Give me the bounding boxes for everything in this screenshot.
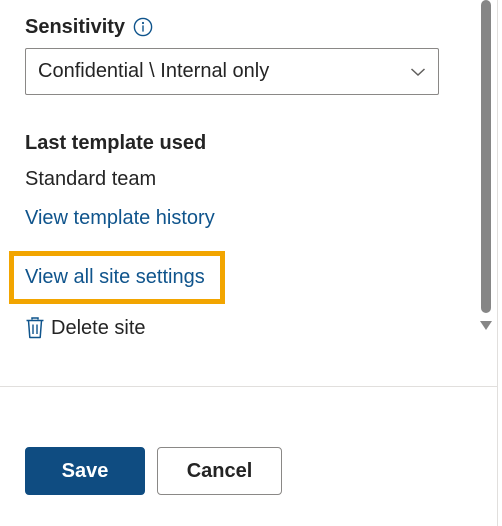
- delete-site-button[interactable]: Delete site: [25, 315, 146, 341]
- delete-site-label: Delete site: [51, 317, 146, 339]
- sensitivity-selected-value: Confidential \ Internal only: [38, 60, 270, 82]
- cancel-button[interactable]: Cancel: [157, 447, 282, 495]
- panel-edge: [497, 0, 498, 526]
- sensitivity-label: Sensitivity: [25, 16, 126, 38]
- chevron-down-icon: [410, 67, 426, 77]
- last-template-value: Standard team: [25, 168, 157, 190]
- sensitivity-dropdown[interactable]: Confidential \ Internal only: [25, 48, 439, 95]
- scroll-down-arrow[interactable]: [480, 321, 492, 330]
- trash-icon: [25, 316, 45, 340]
- view-template-history-link[interactable]: View template history: [25, 205, 215, 231]
- last-template-heading: Last template used: [25, 132, 207, 154]
- view-all-site-settings-link[interactable]: View all site settings: [25, 264, 205, 290]
- save-button[interactable]: Save: [25, 447, 145, 495]
- info-icon[interactable]: [133, 17, 153, 37]
- sensitivity-label-row: Sensitivity: [25, 14, 153, 40]
- footer-divider: [0, 386, 497, 387]
- scrollbar-thumb[interactable]: [481, 0, 491, 313]
- site-settings-panel: Sensitivity Confidential \ Internal only…: [0, 0, 502, 526]
